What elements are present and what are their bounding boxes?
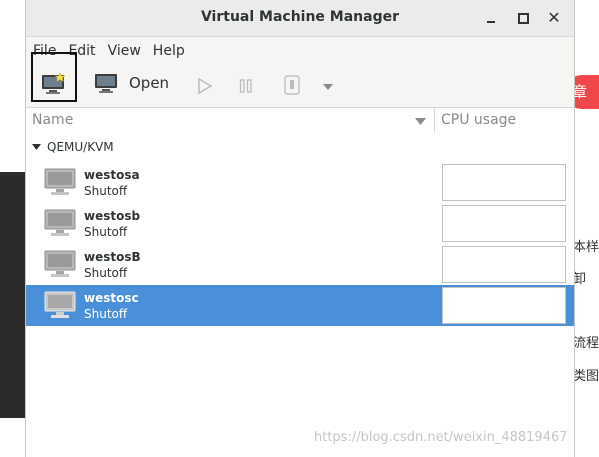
vm-name: westosB	[84, 250, 141, 264]
background-text: 流程	[573, 336, 599, 351]
monitor-icon	[95, 74, 117, 93]
vm-name: westosb	[84, 209, 141, 223]
vm-monitor-icon	[44, 291, 76, 318]
expander-icon[interactable]	[32, 144, 41, 150]
sort-chevron-icon[interactable]	[415, 118, 426, 125]
menu-view[interactable]: View	[107, 43, 149, 59]
column-name[interactable]: Name	[32, 112, 73, 128]
cpu-usage-graph	[442, 205, 566, 242]
vm-name: westosa	[84, 168, 140, 182]
vm-state: Shutoff	[84, 225, 128, 239]
open-label: Open	[129, 74, 170, 92]
close-icon: ✕	[547, 8, 561, 27]
vm-state: Shutoff	[84, 266, 128, 280]
cpu-usage-graph	[442, 287, 566, 324]
column-header: Name CPU usage	[26, 108, 574, 135]
vmm-window: Virtual Machine Manager ✕ File Edit View…	[25, 0, 575, 457]
minimize-icon	[487, 20, 495, 23]
column-cpu-usage[interactable]: CPU usage	[441, 112, 516, 128]
vm-monitor-icon	[44, 209, 76, 236]
open-button[interactable]: Open	[94, 73, 169, 93]
connection-name: QEMU/KVM	[47, 140, 114, 154]
vm-monitor-icon	[44, 250, 76, 277]
cpu-usage-graph	[442, 164, 566, 201]
vm-name: westosc	[84, 291, 139, 305]
run-icon[interactable]	[198, 78, 212, 94]
maximize-button[interactable]	[513, 8, 533, 28]
new-vm-icon	[42, 73, 66, 94]
title-bar: Virtual Machine Manager ✕	[26, 0, 574, 37]
vm-row-selected[interactable]: westosc Shutoff	[26, 285, 574, 326]
vm-monitor-icon	[44, 168, 76, 195]
minimize-button[interactable]	[481, 8, 501, 28]
background-text: 本样	[573, 240, 599, 255]
vm-row[interactable]: westosb Shutoff	[26, 203, 574, 244]
watermark: https://blog.csdn.net/weixin_48819467	[314, 430, 568, 445]
background-text: 类图	[573, 369, 599, 384]
maximize-icon	[517, 12, 529, 24]
column-divider	[434, 108, 435, 134]
new-vm-button[interactable]	[31, 52, 77, 102]
vm-row[interactable]: westosa Shutoff	[26, 162, 574, 203]
menu-bar: File Edit View Help	[26, 37, 574, 65]
pause-icon[interactable]	[239, 78, 253, 94]
menu-help[interactable]: Help	[152, 43, 193, 59]
vm-state: Shutoff	[84, 184, 128, 198]
toolbar: Open	[26, 52, 574, 108]
cpu-usage-graph	[442, 246, 566, 283]
vm-list: QEMU/KVM westosa Shutoff westosb Shutoff	[26, 133, 574, 457]
chevron-down-icon[interactable]	[322, 83, 334, 91]
connection-row[interactable]: QEMU/KVM	[32, 140, 114, 154]
shutdown-icon[interactable]	[284, 75, 300, 95]
vm-row[interactable]: westosB Shutoff	[26, 244, 574, 285]
vm-state: Shutoff	[84, 307, 128, 321]
close-button[interactable]: ✕	[544, 8, 564, 28]
background-dark-panel	[0, 172, 26, 418]
